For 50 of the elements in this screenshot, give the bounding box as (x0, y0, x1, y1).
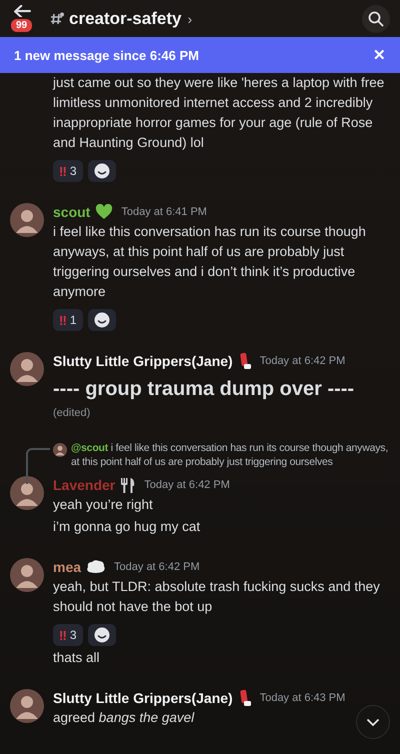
message-text: i feel like this conversation has run its course though anyways, at this point half of us are probably just triggering ourselves and i don’t think it’s productive anymore (53, 223, 367, 301)
message-text: yeah you’re right (53, 496, 153, 514)
reaction-button[interactable]: ‼ 3 (53, 624, 83, 646)
cloud-icon (86, 559, 106, 575)
message-text: just came out so they were like 'heres a laptop with free limitless unmonitored internet access and 2 incredibly inappropriate horror games for your age (rule of Rose and Haunting Ground) lol (53, 74, 386, 152)
timestamp: Today at 6:42 PM (144, 479, 230, 491)
author-name[interactable]: Slutty Little Grippers(Jane) (53, 353, 233, 369)
fork-knife-icon (120, 476, 136, 494)
user-avatar[interactable] (10, 558, 44, 592)
heart-icon (95, 204, 114, 220)
user-avatar[interactable] (10, 352, 44, 386)
message-text: agreed bangs the gavel (53, 709, 194, 727)
timestamp: Today at 6:41 PM (121, 206, 207, 218)
author-name[interactable]: mea (53, 559, 82, 575)
reply-preview[interactable]: @scout i feel like this conversation has run its course though anyways, at this point half of us are probably just triggering ourselves (71, 441, 394, 469)
new-message-notice[interactable]: 1 new message since 6:46 PM (14, 48, 199, 62)
inhaler-icon (238, 689, 252, 707)
search-icon (368, 10, 384, 26)
edited-label: (edited) (53, 407, 90, 419)
close-button[interactable]: ✕ (373, 46, 386, 64)
add-reaction-button[interactable] (88, 309, 116, 331)
scroll-down-button[interactable] (356, 705, 390, 739)
message-text: yeah, but TLDR: absolute trash fucking sucks and they should not have the bot up (53, 578, 381, 616)
add-reaction-button[interactable] (88, 624, 116, 646)
user-avatar[interactable] (10, 203, 44, 237)
search-button[interactable] (362, 4, 390, 32)
add-reaction-button[interactable] (88, 160, 116, 182)
user-avatar[interactable] (10, 689, 44, 723)
smiley-icon (94, 627, 110, 643)
message-text: i’m gonna go hug my cat (53, 518, 200, 536)
chevron-icon[interactable]: › (187, 10, 192, 26)
reaction-button[interactable]: ‼ 1 (53, 309, 83, 331)
inhaler-icon (238, 352, 252, 370)
chevron-down-icon (366, 718, 380, 726)
channel-name[interactable]: creator-safety (69, 8, 182, 28)
back-arrow-icon[interactable] (14, 5, 31, 18)
message-text: thats all (53, 649, 100, 667)
smiley-icon (94, 312, 110, 328)
author-name[interactable]: scout (53, 204, 90, 220)
reaction-button[interactable]: ‼ 3 (53, 160, 83, 182)
reply-avatar[interactable] (53, 443, 67, 457)
channel-hash-icon (50, 12, 64, 26)
timestamp: Today at 6:42 PM (114, 561, 200, 573)
author-name[interactable]: Slutty Little Grippers(Jane) (53, 690, 233, 706)
timestamp: Today at 6:42 PM (260, 355, 346, 367)
smiley-icon (94, 163, 110, 179)
message-heading: ---- group trauma dump over ---- (53, 377, 356, 402)
user-avatar[interactable] (10, 476, 44, 510)
notification-badge: 99 (9, 17, 34, 34)
timestamp: Today at 6:43 PM (260, 692, 346, 704)
